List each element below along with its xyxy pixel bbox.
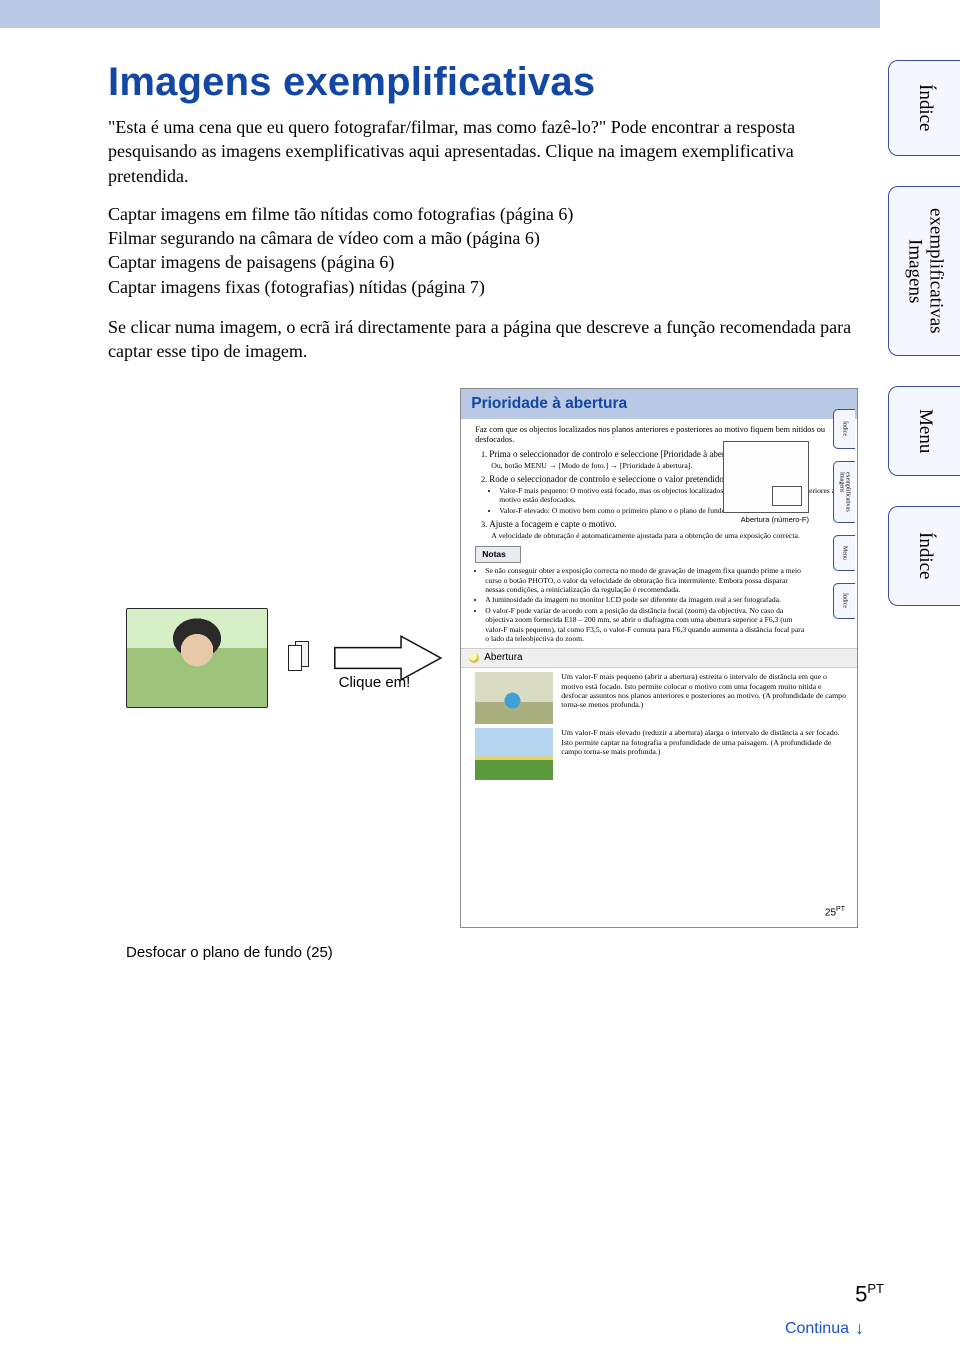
side-tabs: Índice exemplificativasImagens Menu Índi… xyxy=(888,60,960,636)
inset-page-number: 25PT xyxy=(825,906,845,918)
down-arrow-icon: ↓ xyxy=(855,1318,864,1339)
notes-list: Se não conseguir obter a exposição corre… xyxy=(475,566,807,644)
note-item: Se não conseguir obter a exposição corre… xyxy=(485,566,807,594)
abertura-row: Um valor-F mais pequeno (abrir a abertur… xyxy=(475,672,847,724)
inset-tab: Índice xyxy=(833,583,855,619)
abertura-thumb-landscape xyxy=(475,728,553,780)
inset-diagram xyxy=(723,441,809,513)
page-number: 5PT xyxy=(855,1281,884,1307)
sample-caption[interactable]: Desfocar o plano de fundo (25) xyxy=(126,944,858,961)
tab-imagens-exemplificativas[interactable]: exemplificativasImagens xyxy=(888,186,960,356)
abertura-text: Um valor-F mais pequeno (abrir a abertur… xyxy=(561,672,847,709)
inset-title: Prioridade à abertura xyxy=(461,389,857,419)
tab-indice-2[interactable]: Índice xyxy=(888,506,960,606)
example-row: Clique em! Prioridade à abertura Faz com… xyxy=(126,388,858,928)
note-item: O valor-F pode variar de acordo com a po… xyxy=(485,606,807,644)
abertura-title: Abertura xyxy=(484,652,522,665)
abertura-thumb-bird xyxy=(475,672,553,724)
abertura-text: Um valor-F mais elevado (reduzir a abert… xyxy=(561,728,847,756)
continue-link[interactable]: Continua ↓ xyxy=(785,1318,864,1339)
page-content: Imagens exemplificativas "Esta é uma cen… xyxy=(108,40,858,961)
inset-tab: exemplificativasImagens xyxy=(833,461,855,523)
inset-tab: Índice xyxy=(833,409,855,449)
note-item: A luminosidade da imagem no monitor LCD … xyxy=(485,595,807,604)
inset-diagram-caption: Abertura (número-F) xyxy=(741,515,809,524)
tab-menu[interactable]: Menu xyxy=(888,386,960,476)
abertura-header: Abertura xyxy=(461,648,857,669)
link-item[interactable]: Captar imagens em filme tão nítidas como… xyxy=(108,202,858,226)
page-title: Imagens exemplificativas xyxy=(108,60,858,105)
header-accent-bar xyxy=(0,0,880,28)
notes-label: Notas xyxy=(475,546,521,563)
description-paragraph: Se clicar numa imagem, o ecrã irá direct… xyxy=(108,315,858,364)
tab-label: exemplificativasImagens xyxy=(900,194,950,348)
inset-body: Faz com que os objectos localizados nos … xyxy=(461,419,857,793)
link-list: Captar imagens em filme tão nítidas como… xyxy=(108,202,858,299)
inset-page-preview[interactable]: Prioridade à abertura Faz com que os obj… xyxy=(460,388,858,928)
link-item[interactable]: Captar imagens de paisagens (página 6) xyxy=(108,250,858,274)
link-item[interactable]: Captar imagens fixas (fotografias) nítid… xyxy=(108,275,858,299)
step-text: Rode o seleccionador de controlo e selec… xyxy=(489,474,726,484)
intro-paragraph: "Esta é uma cena que eu quero fotografar… xyxy=(108,115,858,188)
tab-label: Menu xyxy=(910,395,939,467)
tab-indice-1[interactable]: Índice xyxy=(888,60,960,156)
arrow-icon: Clique em! xyxy=(331,631,445,685)
tab-label: Índice xyxy=(910,518,939,593)
inset-tab: Menu xyxy=(833,535,855,571)
abertura-row: Um valor-F mais elevado (reduzir a abert… xyxy=(475,728,847,780)
step-text: Prima o seleccionador de controlo e sele… xyxy=(489,449,744,459)
tab-label: Índice xyxy=(910,70,939,145)
link-item[interactable]: Filmar segurando na câmara de vídeo com … xyxy=(108,226,858,250)
arrow-label: Clique em! xyxy=(339,674,411,691)
inset-side-tabs: Índice exemplificativasImagens Menu Índi… xyxy=(833,409,855,619)
lightbulb-icon xyxy=(469,653,479,663)
step-subtext: A velocidade de obturação é automaticame… xyxy=(489,531,847,541)
pages-icon xyxy=(288,641,315,675)
step-text: Ajuste a focagem e capte o motivo. xyxy=(489,519,616,529)
sample-photo-thumbnail[interactable] xyxy=(126,608,268,708)
